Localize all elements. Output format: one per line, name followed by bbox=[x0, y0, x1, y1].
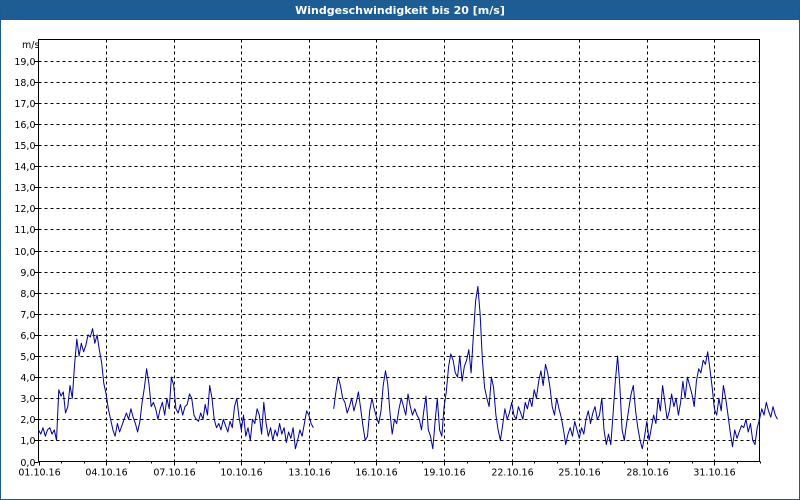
x-tick-label: 01.10.16 bbox=[18, 468, 60, 479]
y-tick-label: 18,0 bbox=[14, 78, 35, 89]
y-tick-label: 8,0 bbox=[20, 289, 35, 300]
y-tick-label: 12,0 bbox=[14, 204, 35, 215]
x-tick-label: 04.10.16 bbox=[85, 468, 127, 479]
x-axis-ticks: 01.10.16 04.10.16 07.10.16 10.10.16 13.10.16… bbox=[18, 461, 761, 479]
x-tick-label: 07.10.16 bbox=[153, 468, 195, 479]
x-tick-label: 22.10.16 bbox=[491, 468, 533, 479]
y-tick-label: 6,0 bbox=[20, 331, 35, 342]
x-tick-label: 10.10.16 bbox=[220, 468, 262, 479]
y-tick-label: 9,0 bbox=[20, 268, 35, 279]
y-tick-label: 16,0 bbox=[14, 120, 35, 131]
y-tick-label: 1,0 bbox=[20, 436, 35, 447]
y-tick-label: 2,0 bbox=[20, 415, 35, 426]
x-tick-label: 25.10.16 bbox=[558, 468, 600, 479]
x-tick-label: 28.10.16 bbox=[626, 468, 668, 479]
y-tick-label: 3,0 bbox=[20, 394, 35, 405]
y-tick-label: 11,0 bbox=[14, 225, 35, 236]
y-tick-label: 19,0 bbox=[14, 57, 35, 68]
x-tick-label: 16.10.16 bbox=[355, 468, 397, 479]
x-tick-label: 13.10.16 bbox=[288, 468, 330, 479]
wind-speed-chart: 0,01,02,03,04,05,06,07,08,09,010,011,012… bbox=[14, 39, 778, 479]
y-tick-label: 14,0 bbox=[14, 162, 35, 173]
y-tick-label: 4,0 bbox=[20, 373, 35, 384]
y-tick-label: 7,0 bbox=[20, 310, 35, 321]
x-tick-label: 19.10.16 bbox=[423, 468, 465, 479]
y-tick-label: 13,0 bbox=[14, 183, 35, 194]
y-tick-label: 5,0 bbox=[20, 352, 35, 363]
y-tick-label: 15,0 bbox=[14, 141, 35, 152]
x-tick-label: 31.10.16 bbox=[693, 468, 735, 479]
y-axis-label: m/s bbox=[22, 40, 39, 51]
y-axis-ticks: 0,01,02,03,04,05,06,07,08,09,010,011,012… bbox=[14, 57, 39, 469]
y-tick-label: 17,0 bbox=[14, 99, 35, 110]
y-tick-label: 10,0 bbox=[14, 247, 35, 258]
